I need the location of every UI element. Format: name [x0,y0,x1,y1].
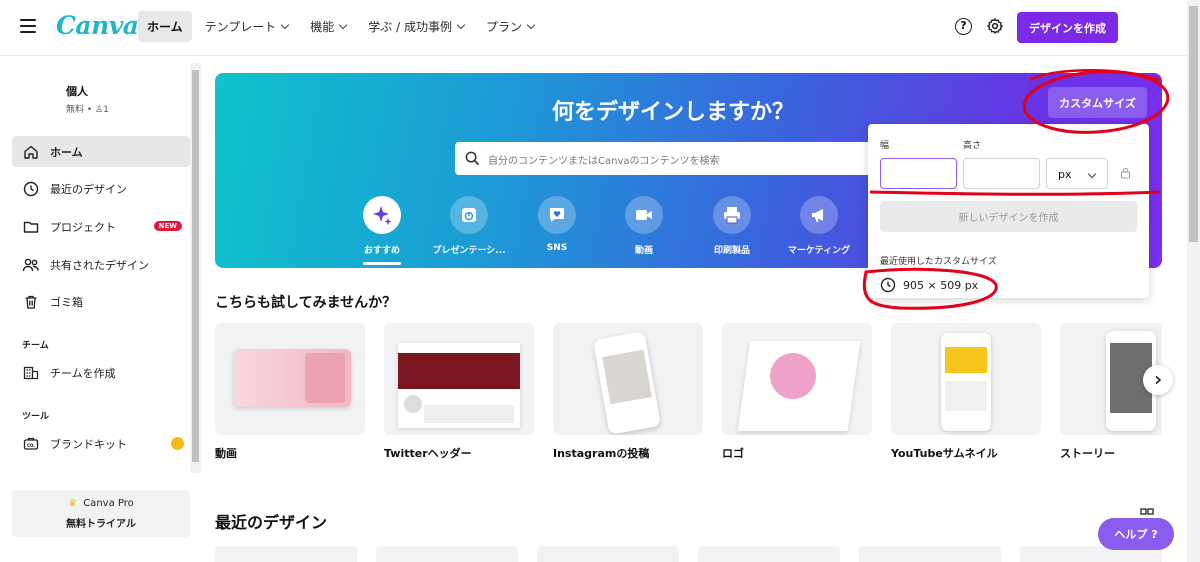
lock-icon[interactable] [1120,167,1131,179]
printer-icon [713,196,751,234]
height-input[interactable] [963,158,1040,189]
card-youtube-thumbnail[interactable]: YouTubeサムネイル [891,323,1041,461]
card-story[interactable]: ストーリー [1060,323,1162,461]
height-label: 高さ [963,141,982,151]
video-thumbnail [215,323,365,435]
chevron-down-icon [1087,169,1097,179]
chevron-right-icon [1155,375,1162,385]
chevron-down-icon [526,20,536,29]
create-new-design-button[interactable]: 新しいデザインを作成 [880,201,1137,232]
unit-select[interactable]: px [1046,158,1108,189]
page-scroll-thumb[interactable] [1189,6,1198,242]
width-input[interactable] [880,158,957,189]
nav-plans[interactable]: プラン [477,11,543,42]
category-recommended[interactable]: おすすめ [337,196,427,265]
carousel-next-button[interactable] [1143,365,1173,395]
gear-icon[interactable] [986,17,1004,35]
recent-section-title: 最近のデザイン [215,513,328,532]
menu-icon[interactable] [20,19,36,33]
new-badge: NEW [153,221,182,231]
profile-plan: 無料 • ♙1 [66,105,109,115]
card-twitter-header[interactable]: Twitterヘッダー [384,323,534,461]
recent-design-thumb[interactable] [215,546,357,562]
help-button[interactable]: ヘルプ ? [1098,518,1174,550]
help-icon[interactable]: ? [955,18,972,35]
sidebar-item-brand-kit[interactable]: CO. ブランドキット [12,428,190,459]
top-bar: Canva ホーム テンプレート 機能 学ぶ / 成功事例 プラン ? デザイン… [0,0,1200,56]
nav-templates[interactable]: テンプレート [196,11,298,42]
recent-design-thumb[interactable] [859,546,1001,562]
svg-text:CO.: CO. [27,443,35,448]
recent-design-thumb[interactable] [537,546,679,562]
clock-icon [22,180,40,198]
category-video[interactable]: 動画 [599,196,689,256]
video-camera-icon [625,196,663,234]
chevron-down-icon [339,20,348,29]
nav-features[interactable]: 機能 [301,11,355,42]
chevron-down-icon [456,20,466,29]
recent-design-thumb[interactable] [376,546,518,562]
hero-title: 何をデザインしますか？ [552,100,795,125]
category-marketing[interactable]: マーケティング [774,196,864,256]
try-section-title: こちらも試してみませんか？ [215,295,397,311]
clock-icon [880,277,896,293]
logo-thumbnail [722,323,872,435]
youtube-thumbnail-thumbnail [891,323,1041,435]
recent-design-thumb[interactable] [698,546,840,562]
heart-chat-icon [538,196,576,234]
custom-size-button[interactable]: カスタムサイズ [1048,87,1147,118]
chevron-down-icon [281,20,290,29]
search-icon [465,151,480,166]
canva-pro-trial[interactable]: ♛ Canva Pro 無料トライアル [12,490,190,537]
crown-icon [171,437,184,450]
sidebar: 個人 無料 • ♙1 ホーム 最近のデザイン プロジェクト NEW 共有されたデ… [0,56,203,562]
card-instagram-post[interactable]: Instagramの投稿 [553,323,703,461]
search-input[interactable]: 自分のコンテンツまたはCanvaのコンテンツを検索 [455,142,875,175]
width-label: 幅 [880,141,890,151]
folder-icon [22,218,40,236]
presentation-icon [450,196,488,234]
recent-sizes-label: 最近使用したカスタムサイズ [880,257,997,267]
sidebar-item-create-team[interactable]: チームを作成 [12,357,190,388]
canva-logo[interactable]: Canva [56,11,139,40]
nav-learn[interactable]: 学ぶ / 成功事例 [359,11,473,42]
sidebar-item-recent[interactable]: 最近のデザイン [12,173,190,204]
tools-section-label: ツール [22,412,50,422]
sidebar-item-projects[interactable]: プロジェクト NEW [12,211,190,242]
sparkle-icon [363,196,401,234]
team-building-icon [22,364,40,382]
profile-name[interactable]: 個人 [66,83,88,99]
sidebar-scroll-thumb[interactable] [192,70,199,462]
megaphone-icon [800,196,838,234]
instagram-post-thumbnail [553,323,703,435]
nav-home[interactable]: ホーム [138,11,192,42]
home-icon [22,143,40,161]
create-design-button[interactable]: デザインを作成 [1017,12,1118,43]
custom-size-popover: 幅 高さ px 新しいデザインを作成 最近使用したカスタムサイズ 905 × 5… [868,124,1149,298]
team-section-label: チーム [22,341,49,351]
main-nav: ホーム テンプレート 機能 学ぶ / 成功事例 プラン [138,11,547,42]
recent-size-item[interactable]: 905 × 509 px [880,277,978,293]
trash-icon [22,293,40,311]
shared-users-icon [22,256,40,274]
card-video[interactable]: 動画 [215,323,365,461]
card-logo[interactable]: ロゴ [722,323,872,461]
sidebar-item-home[interactable]: ホーム [12,136,190,167]
category-presentation[interactable]: プレゼンテーシ... [424,196,514,256]
crown-icon: ♛ [68,498,78,509]
brand-kit-icon: CO. [22,435,40,453]
category-sns[interactable]: SNS [512,196,602,253]
category-print[interactable]: 印刷製品 [687,196,777,256]
sidebar-item-shared[interactable]: 共有されたデザイン [12,249,190,280]
sidebar-item-trash[interactable]: ゴミ箱 [12,286,190,317]
twitter-header-thumbnail [384,323,534,435]
